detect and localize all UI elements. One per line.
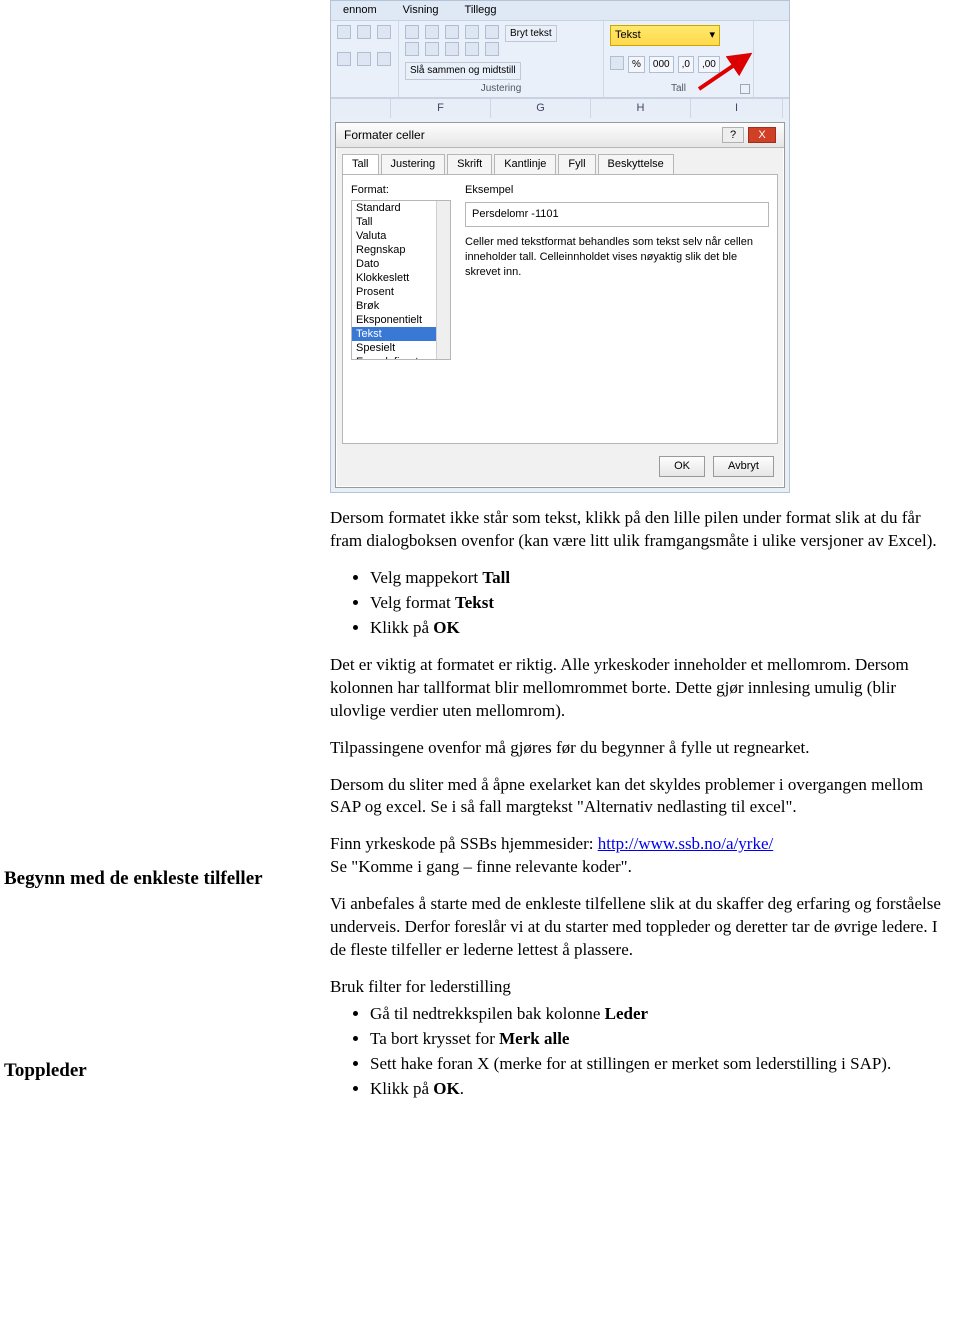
col-header[interactable]: H — [591, 99, 691, 118]
ssb-yrke-link[interactable]: http://www.ssb.no/a/yrke/ — [598, 834, 774, 853]
dialog-help-button[interactable]: ? — [722, 127, 744, 143]
paragraph: Det er viktig at formatet er riktig. All… — [330, 654, 952, 723]
ribbon-tab[interactable]: ennom — [343, 3, 377, 18]
dialog-tab-kantlinje[interactable]: Kantlinje — [494, 154, 556, 174]
format-cells-dialog: Formater celler ? X Tall Justering Skrif… — [335, 122, 785, 488]
number-format-dropdown[interactable]: Tekst ▾ — [610, 25, 720, 46]
wrap-text-button[interactable]: Bryt tekst — [505, 25, 557, 43]
sheet-column-headers: F G H I — [331, 98, 789, 118]
dialog-tab-tall[interactable]: Tall — [342, 154, 379, 174]
dialog-launcher-icon[interactable] — [740, 84, 750, 94]
currency-icon[interactable] — [610, 56, 624, 70]
align-icon[interactable] — [445, 25, 459, 39]
side-heading-begynn: Begynn med de enkleste tilfeller — [4, 866, 300, 892]
font-icon[interactable] — [337, 25, 351, 39]
align-icon[interactable] — [405, 42, 419, 56]
decimal-inc-button[interactable]: ,0 — [678, 56, 694, 74]
align-icon[interactable] — [425, 42, 439, 56]
indent-icon[interactable] — [485, 42, 499, 56]
format-listbox[interactable]: Standard Tall Valuta Regnskap Dato Klokk… — [351, 200, 451, 360]
left-spacer — [4, 8, 300, 858]
font-icon[interactable] — [337, 52, 351, 66]
list-item: Klikk på OK — [370, 617, 952, 640]
dialog-close-button[interactable]: X — [748, 127, 776, 143]
align-icon[interactable] — [425, 25, 439, 39]
font-icon[interactable] — [377, 25, 391, 39]
merge-center-button[interactable]: Slå sammen og midtstill — [405, 62, 521, 80]
font-icon[interactable] — [357, 52, 371, 66]
ribbon-group-justering: Bryt tekst Slå sammen og midtstill Juste… — [399, 21, 604, 98]
ribbon-tab[interactable]: Tillegg — [465, 3, 497, 18]
col-header[interactable]: F — [391, 99, 491, 118]
sample-label: Eksempel — [465, 183, 769, 198]
list-item: Klikk på OK. — [370, 1078, 952, 1101]
dialog-title: Formater celler — [344, 127, 425, 143]
ribbon-tab[interactable]: Visning — [403, 3, 439, 18]
main-content-column: ennom Visning Tillegg — [330, 0, 960, 1115]
align-icon[interactable] — [465, 25, 479, 39]
ribbon-group-font — [331, 21, 399, 98]
excel-screenshot: ennom Visning Tillegg — [330, 0, 790, 493]
chevron-down-icon: ▾ — [709, 28, 715, 43]
number-format-value: Tekst — [615, 28, 641, 43]
group-label-tall: Tall — [610, 82, 747, 96]
list-item: Velg format Tekst — [370, 592, 952, 615]
paragraph: Tilpassingene ovenfor må gjøres før du b… — [330, 737, 952, 760]
dialog-tab-beskyttelse[interactable]: Beskyttelse — [598, 154, 674, 174]
paragraph: Bruk filter for lederstilling — [330, 976, 952, 999]
listbox-scrollbar[interactable] — [436, 201, 450, 359]
paragraph: Dersom formatet ikke står som tekst, kli… — [330, 507, 952, 553]
paragraph: Finn yrkeskode på SSBs hjemmesider: http… — [330, 833, 952, 879]
decimal-dec-button[interactable]: ,00 — [698, 56, 720, 74]
font-icon[interactable] — [357, 25, 371, 39]
side-heading-toppleder: Toppleder — [4, 1058, 300, 1084]
paragraph: Dersom du sliter med å åpne exelarket ka… — [330, 774, 952, 820]
dialog-tab-justering[interactable]: Justering — [381, 154, 446, 174]
list-item: Velg mappekort Tall — [370, 567, 952, 590]
align-icon[interactable] — [485, 25, 499, 39]
bullet-list: Gå til nedtrekkspilen bak kolonne Leder … — [370, 1003, 952, 1101]
dialog-cancel-button[interactable]: Avbryt — [713, 456, 774, 477]
font-icon[interactable] — [377, 52, 391, 66]
ribbon-tab-strip: ennom Visning Tillegg — [331, 1, 789, 21]
dialog-ok-button[interactable]: OK — [659, 456, 705, 477]
left-margin-column: Begynn med de enkleste tilfeller Toppled… — [0, 0, 300, 1115]
bullet-list: Velg mappekort Tall Velg format Tekst Kl… — [370, 567, 952, 640]
align-icon[interactable] — [405, 25, 419, 39]
ribbon-group-tall: Tekst ▾ % 000 ,0 ,00 Tall — [604, 21, 754, 98]
list-item: Ta bort krysset for Merk alle — [370, 1028, 952, 1051]
thousands-button[interactable]: 000 — [649, 56, 674, 74]
indent-icon[interactable] — [465, 42, 479, 56]
col-header[interactable]: I — [691, 99, 783, 118]
dialog-tab-strip: Tall Justering Skrift Kantlinje Fyll Bes… — [336, 148, 784, 174]
format-list-label: Format: — [351, 183, 451, 198]
align-icon[interactable] — [445, 42, 459, 56]
percent-button[interactable]: % — [628, 56, 645, 74]
sample-value: Persdelomr -1101 — [465, 202, 769, 227]
col-header[interactable]: G — [491, 99, 591, 118]
list-item: Gå til nedtrekkspilen bak kolonne Leder — [370, 1003, 952, 1026]
group-label-justering: Justering — [405, 82, 597, 96]
paragraph: Vi anbefales å starte med de enkleste ti… — [330, 893, 952, 962]
list-item: Sett hake foran X (merke for at stilling… — [370, 1053, 952, 1076]
dialog-tab-skrift[interactable]: Skrift — [447, 154, 492, 174]
dialog-tab-fyll[interactable]: Fyll — [558, 154, 595, 174]
format-note: Celler med tekstformat behandles som tek… — [465, 235, 769, 280]
